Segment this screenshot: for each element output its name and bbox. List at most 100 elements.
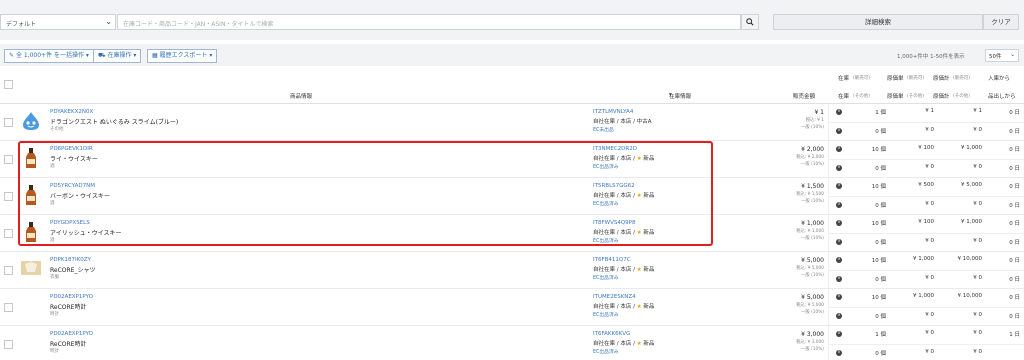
stock-code-link[interactable]: IT3NMEC2DR2D (593, 146, 637, 152)
per-page-value: 50件 (989, 54, 1002, 60)
product-name: ドラゴンクエスト ぬいぐるみ スライム(ブルー) (50, 119, 179, 126)
table-row[interactable]: PD5YRCYAD7NM バーボン・ウイスキー酒 IT5RBLS7GG62 自社在庫 … (0, 178, 1024, 215)
info-icon[interactable]: i (836, 294, 842, 300)
per-page-select[interactable]: 50件 ⌄ (985, 49, 1019, 62)
row-checkbox[interactable] (4, 340, 13, 349)
table-row[interactable]: PD02AEXP1PYO ReCORE時計 時計 IT6FAKK6KVG 自社在庫 / … (0, 326, 1024, 360)
ec-listing-status[interactable]: EC未出品 (593, 126, 614, 133)
stock-operation-button[interactable]: ⛟ 在庫操作 ▾ (93, 49, 142, 63)
ec-listing-status[interactable]: EC出品済み (593, 200, 619, 207)
stock-status-text: 自社在庫 / 本店 / (593, 156, 637, 162)
cost-total: ¥ 0 (973, 164, 982, 170)
table-row[interactable]: PD02AEXP1PYO ReCORE時計 時計 ITUME2ESKNZ4 自社在庫 /… (0, 289, 1024, 326)
chevron-down-icon: ▾ (207, 52, 213, 59)
stock-subrow-other: i 0 個 ¥ 0 ¥ 0 0 日 (828, 307, 1024, 325)
table-row[interactable]: PDPK187IK0ZY ReCORE_シャツ 衣服 IT6FB411Q7C 自社在庫 … (0, 252, 1024, 289)
search-input[interactable]: 在庫コード・商品コード・JAN・ASIN・タイトルで検索 (117, 14, 741, 30)
info-icon[interactable]: i (836, 128, 842, 134)
select-all-checkbox[interactable] (4, 80, 13, 89)
row-checkbox[interactable] (4, 229, 13, 238)
ec-listing-status[interactable]: EC出品済み (593, 274, 619, 281)
ec-listing-status[interactable]: EC出品済み (593, 237, 619, 244)
shirt-thumbnail (21, 261, 41, 275)
whisky-bottle-thumbnail (26, 148, 36, 168)
info-icon[interactable]: i (836, 239, 842, 245)
stock-subrow-other: i 0 個 ¥ 0 ¥ 0 0 日 (828, 233, 1024, 251)
row-checkbox[interactable] (4, 266, 13, 275)
no-image-thumbnail (20, 289, 42, 311)
search-mode-select[interactable]: デフォルト ⌄ (0, 14, 116, 30)
table-row[interactable]: PDYGDPXSELS アイリッシュ・ウイスキー酒 IT8FWVS4Q9P8 自社在庫… (0, 215, 1024, 252)
slime-plush-thumbnail (23, 112, 39, 130)
table-row[interactable]: PD6PGEVK1DIR ライ・ウイスキー酒 IT3NMEC2DR2D 自社在庫 / … (0, 141, 1024, 178)
condition-label: 新品 (643, 304, 655, 310)
price-tax-included: 税込: ¥ 1 (805, 118, 824, 123)
sold-header: 品出しから (988, 94, 1016, 100)
info-icon[interactable]: i (836, 313, 842, 319)
days-count: 0 日 (1009, 295, 1020, 301)
stock-code-link[interactable]: IT6FB411Q7C (593, 257, 631, 263)
whisky-bottle-thumbnail (26, 185, 36, 205)
search-button[interactable] (741, 14, 759, 30)
info-icon[interactable]: i (836, 109, 842, 115)
history-export-button[interactable]: ▦ 履歴エクスポート ▾ (147, 49, 218, 63)
product-code-link[interactable]: PD6PGEVK1DIR (50, 146, 93, 152)
stock-code-link[interactable]: IT8FWVS4Q9P8 (593, 220, 635, 226)
info-icon[interactable]: i (836, 257, 842, 263)
stock-subrow-other: i 0 個 ¥ 0 ¥ 0 0 日 (828, 159, 1024, 177)
product-code-link[interactable]: PDYGDPXSELS (50, 220, 90, 226)
clear-button[interactable]: クリア (983, 14, 1019, 30)
row-checkbox[interactable] (4, 303, 13, 312)
table-icon: ▦ (152, 52, 160, 59)
info-icon[interactable]: i (836, 183, 842, 189)
product-name: ReCORE時計 (50, 341, 87, 348)
ec-listing-status[interactable]: EC出品済み (593, 163, 619, 170)
product-name: ライ・ウイスキー (50, 156, 98, 163)
tax-rate: 一般 (10%) (801, 347, 824, 352)
product-code-link[interactable]: PD02AEXP1PYO (50, 331, 93, 337)
info-icon[interactable]: i (836, 276, 842, 282)
product-code-link[interactable]: PD02AEXP1PYO (50, 294, 93, 300)
row-checkbox[interactable] (4, 155, 13, 164)
stock-code-link[interactable]: IT6FAKK6KVG (593, 331, 630, 337)
stock2-header: 在庫 (838, 94, 850, 100)
stock-subrow-other: i 0 個 ¥ 0 ¥ 0 0 日 (828, 270, 1024, 288)
row-checkbox[interactable] (4, 192, 13, 201)
ec-listing-status[interactable]: EC出品済み (593, 348, 619, 355)
ec-listing-status[interactable]: EC出品済み (593, 311, 619, 318)
stock-code-link[interactable]: IT5RBLS7GG62 (593, 183, 635, 189)
edit-icon: ✎ (9, 52, 16, 59)
table-row[interactable]: PDYAKEKX2N0X ドラゴンクエスト ぬいぐるみ スライム(ブルー) その他 I… (0, 104, 1024, 141)
price-tax-included: 税込: ¥ 3,000 (796, 340, 824, 345)
bulk-action-button[interactable]: ✎ 全 1,000+件 を一括操作 ▾ (4, 49, 94, 63)
stock-status: 自社在庫 / 本店 / ★ 新品 (593, 228, 654, 236)
sale-price: ¥ 1 (814, 109, 824, 116)
days-count: 0 日 (1009, 166, 1020, 172)
product-code-link[interactable]: PDPK187IK0ZY (50, 257, 91, 263)
info-icon[interactable]: i (836, 146, 842, 152)
table-header: 商品情報 在庫情報 ▾ 販売金額 在庫 (販売可) 原価単 (販売可) 原価計 … (0, 66, 1024, 104)
stock-code-link[interactable]: ITUME2ESKNZ4 (593, 294, 636, 300)
stock-code-link[interactable]: ITZTLMVNLYA4 (593, 109, 633, 115)
product-name: ReCORE_シャツ (50, 267, 96, 274)
product-code-link[interactable]: PDYAKEKX2N0X (50, 109, 93, 115)
info-icon[interactable]: i (836, 331, 842, 337)
product-info-header: 商品情報 (290, 94, 313, 100)
detail-search-button[interactable]: 詳細検索 (773, 14, 983, 30)
info-icon[interactable]: i (836, 220, 842, 226)
sale-price: ¥ 2,000 (801, 146, 824, 153)
condition-label: 新品 (643, 341, 655, 347)
info-icon[interactable]: i (836, 350, 842, 356)
cost-total: ¥ 0 (973, 238, 982, 244)
stock-qty: 10 個 (871, 258, 886, 264)
product-code-link[interactable]: PD5YRCYAD7NM (50, 183, 95, 189)
info-icon[interactable]: i (836, 202, 842, 208)
sale-price: ¥ 3,000 (801, 331, 824, 338)
stock-subrow-sellable: i 1 個 ¥ 0 ¥ 0 1 日 (828, 326, 1024, 344)
info-icon[interactable]: i (836, 165, 842, 171)
product-category: 衣服 (50, 275, 59, 280)
cost-total: ¥ 1,000 (961, 145, 982, 151)
row-checkbox[interactable] (4, 118, 13, 127)
cost-total-header-sub: (販売可) (953, 76, 971, 81)
stock-subrow-sellable: i 10 個 ¥ 100 ¥ 1,000 0 日 (828, 215, 1024, 233)
